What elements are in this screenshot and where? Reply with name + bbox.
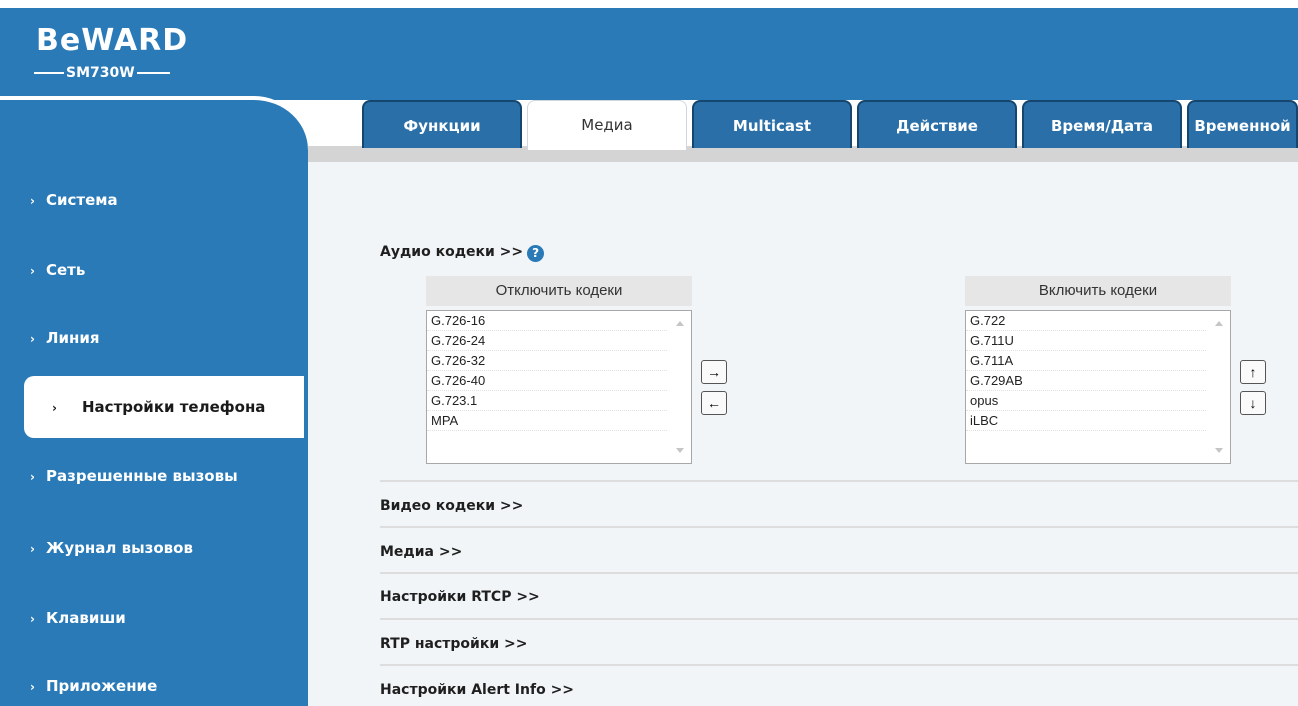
chevron-right-icon: › (30, 612, 35, 626)
tab-bar: Функции Медиа Multicast Действие Время/Д… (308, 100, 1298, 162)
scroll-up-icon[interactable] (676, 321, 684, 326)
sidebar-item-allowed-calls[interactable]: › Разрешенные вызовы (0, 456, 304, 496)
chevron-right-icon: › (30, 194, 35, 208)
list-item[interactable]: G.711A (966, 351, 1206, 371)
list-item[interactable]: G.723.1 (427, 391, 667, 411)
sidebar-item-label: Система (46, 191, 118, 209)
model-label: SM730W (34, 64, 184, 82)
list-item[interactable]: G.726-16 (427, 311, 667, 331)
chevron-right-icon: › (30, 680, 35, 694)
scroll-down-icon[interactable] (1215, 448, 1223, 453)
rtp-settings-section-title[interactable]: RTP настройки >> (380, 636, 527, 652)
list-item[interactable]: G.711U (966, 331, 1206, 351)
move-down-button[interactable]: ↓ (1240, 391, 1266, 415)
list-item[interactable]: opus (966, 391, 1206, 411)
chevron-right-icon: › (30, 470, 35, 484)
sidebar-item-system[interactable]: › Система (0, 180, 304, 220)
chevron-right-icon: › (52, 401, 57, 415)
tab-schedule[interactable]: Временной (1187, 100, 1298, 148)
alert-info-section-title[interactable]: Настройки Alert Info >> (380, 682, 574, 698)
list-item[interactable]: MPA (427, 411, 667, 431)
disabled-codecs-header: Отключить кодеки (426, 276, 692, 306)
list-item[interactable]: G.726-40 (427, 371, 667, 391)
scroll-down-icon[interactable] (676, 448, 684, 453)
divider (380, 664, 1298, 666)
sidebar-item-label: Клавиши (46, 609, 126, 627)
divider (380, 572, 1298, 574)
divider (380, 480, 1298, 482)
disabled-codecs-box: Отключить кодеки G.726-16 G.726-24 G.726… (426, 276, 692, 464)
video-codecs-section-title[interactable]: Видео кодеки >> (380, 498, 523, 514)
list-item[interactable]: G.729AB (966, 371, 1206, 391)
enabled-codecs-list[interactable]: G.722 G.711U G.711A G.729AB opus iLBC (965, 310, 1231, 464)
enabled-codecs-box: Включить кодеки G.722 G.711U G.711A G.72… (965, 276, 1231, 464)
chevron-right-icon: › (30, 264, 35, 278)
list-item[interactable]: iLBC (966, 411, 1206, 431)
scroll-up-icon[interactable] (1215, 321, 1223, 326)
audio-codecs-title-text: Аудио кодеки >> (380, 244, 524, 260)
media-section-title[interactable]: Медиа >> (380, 544, 462, 560)
sidebar-item-line[interactable]: › Линия (0, 318, 304, 358)
brand-logo: BeWARD (36, 23, 189, 58)
divider (380, 618, 1298, 620)
scrollbar[interactable] (1208, 311, 1230, 463)
sidebar-item-label: Настройки телефона (82, 398, 266, 416)
sidebar-item-phone-settings[interactable]: › Настройки телефона (24, 376, 304, 438)
chevron-right-icon: › (30, 542, 35, 556)
tab-strip (308, 146, 1298, 162)
scrollbar[interactable] (669, 311, 691, 463)
sidebar-item-label: Сеть (46, 261, 86, 279)
sidebar-item-label: Журнал вызовов (46, 539, 193, 557)
sidebar-item-application[interactable]: › Приложение (0, 666, 304, 706)
sidebar-item-network[interactable]: › Сеть (0, 250, 304, 290)
divider (380, 526, 1298, 528)
chevron-right-icon: › (30, 332, 35, 346)
disabled-codecs-list[interactable]: G.726-16 G.726-24 G.726-32 G.726-40 G.72… (426, 310, 692, 464)
tab-functions[interactable]: Функции (362, 100, 522, 148)
sidebar-item-call-log[interactable]: › Журнал вызовов (0, 528, 304, 568)
help-icon[interactable]: ? (527, 245, 545, 262)
list-item[interactable]: G.726-32 (427, 351, 667, 371)
header-bar: BeWARD SM730W (0, 0, 1298, 100)
tab-action[interactable]: Действие (857, 100, 1017, 148)
tab-multicast[interactable]: Multicast (692, 100, 852, 148)
model-line-left (34, 72, 64, 74)
move-up-button[interactable]: ↑ (1240, 360, 1266, 384)
list-item[interactable]: G.726-24 (427, 331, 667, 351)
tab-time-date[interactable]: Время/Дата (1022, 100, 1182, 148)
content-panel: Аудио кодеки >>? Отключить кодеки G.726-… (308, 162, 1298, 706)
sidebar-item-keys[interactable]: › Клавиши (0, 598, 304, 638)
audio-codecs-section-title[interactable]: Аудио кодеки >>? (380, 244, 545, 262)
sidebar-item-label: Линия (46, 329, 100, 347)
move-right-button[interactable]: → (701, 360, 727, 384)
move-left-button[interactable]: ← (701, 391, 727, 415)
list-item[interactable]: G.722 (966, 311, 1206, 331)
tab-media[interactable]: Медиа (527, 100, 687, 150)
sidebar-item-label: Разрешенные вызовы (46, 467, 238, 485)
enabled-codecs-header: Включить кодеки (965, 276, 1231, 306)
sidebar-item-label: Приложение (46, 677, 158, 695)
model-text: SM730W (64, 64, 137, 82)
sidebar: › Система › Сеть › Линия › Настройки телефон… (0, 96, 308, 706)
rtcp-settings-section-title[interactable]: Настройки RTCP >> (380, 589, 540, 605)
